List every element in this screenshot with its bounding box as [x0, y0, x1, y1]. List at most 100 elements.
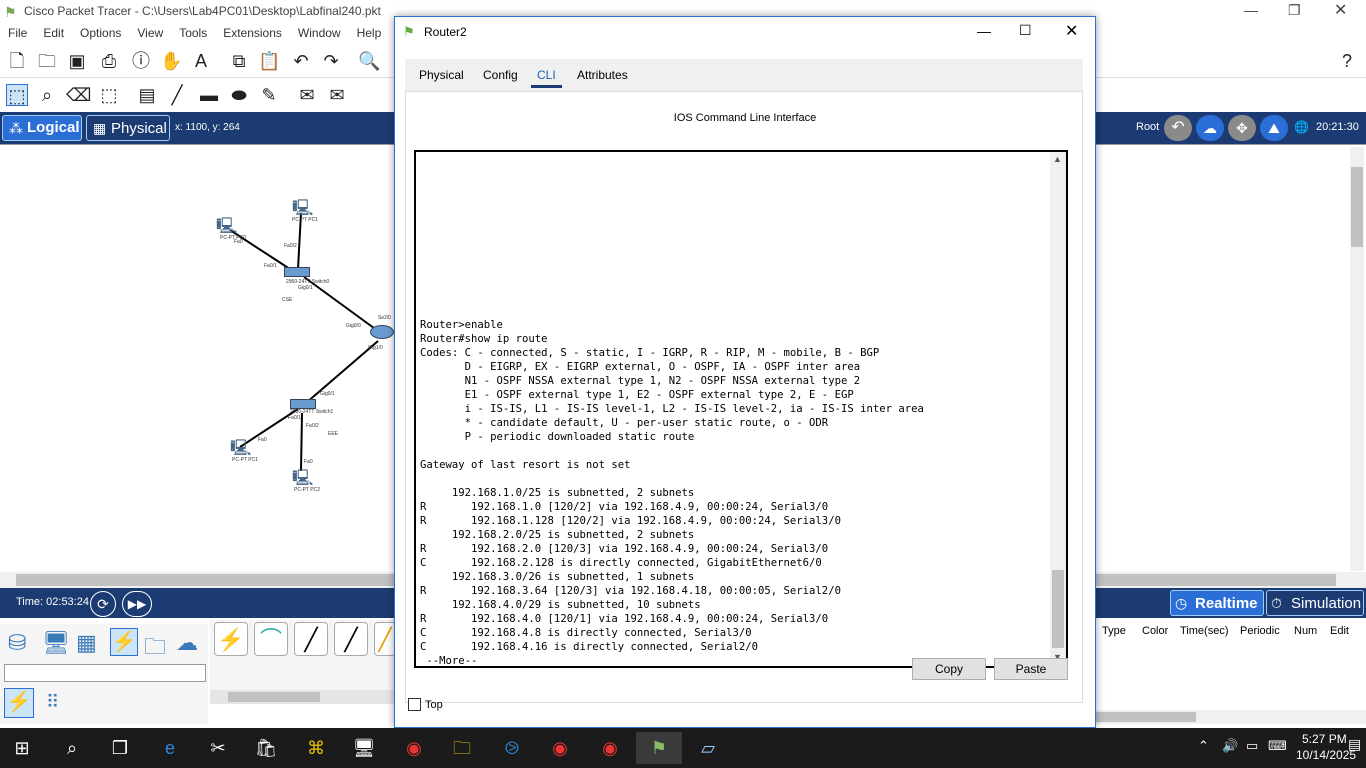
multiuser-icon[interactable]: ☁ [176, 630, 198, 656]
network-devices-icon[interactable]: ⛁ [8, 630, 26, 656]
copy-icon[interactable]: ⧉ [228, 50, 250, 72]
draw-line-icon[interactable]: ╱ [166, 84, 188, 106]
windows-start-icon[interactable]: ⊞ [2, 732, 42, 764]
tab-config[interactable]: Config [477, 66, 524, 88]
grid-icon[interactable]: ⠿ [46, 692, 59, 713]
redo-icon[interactable]: ↷ [320, 50, 342, 72]
realtime-mode-button[interactable]: ◷ Realtime [1170, 590, 1264, 616]
chrome-profile-icon[interactable]: ◉ [540, 732, 580, 764]
dialog-close-icon[interactable]: ✕ [1065, 21, 1078, 41]
paste-icon[interactable]: 📋 [258, 50, 280, 72]
chrome-profile2-icon[interactable]: ◉ [590, 732, 630, 764]
dialog-minimize-icon[interactable]: — [977, 23, 991, 39]
misc-icon[interactable]: 🗀 [144, 630, 166, 668]
vscroll-thumb[interactable] [1351, 167, 1363, 247]
cable-hscroll-thumb[interactable] [228, 692, 320, 702]
remote-desktop-icon[interactable]: 🖥 [344, 732, 384, 764]
navigation-icon[interactable]: ✥ [1228, 115, 1256, 141]
new-file-icon[interactable]: 🗋 [6, 50, 28, 72]
cable-hscroll[interactable] [210, 690, 396, 704]
menu-options[interactable]: Options [72, 24, 129, 40]
menu-view[interactable]: View [129, 24, 171, 40]
volume-icon[interactable]: 🔊 [1222, 738, 1238, 754]
link-switch0-router[interactable] [303, 276, 379, 332]
cloud-icon[interactable]: ☁ [1196, 115, 1224, 141]
auto-cable-icon[interactable]: ⚡ [214, 622, 248, 656]
note-icon[interactable]: ▤ [136, 84, 158, 106]
keyboard-icon[interactable]: ⌨ [1268, 738, 1287, 754]
dialog-maximize-icon[interactable]: ☐ [1019, 22, 1032, 39]
components-icon[interactable]: ▦ [76, 630, 97, 656]
paste-button[interactable]: Paste [994, 658, 1068, 680]
delete-icon[interactable]: ⌫ [66, 84, 91, 106]
ellipse-icon[interactable]: ⬬ [228, 84, 250, 106]
simulation-mode-button[interactable]: ⏱ Simulation [1266, 590, 1364, 616]
menu-edit[interactable]: Edit [35, 24, 72, 40]
link-switch1-pc2[interactable] [300, 412, 303, 472]
menu-help[interactable]: Help [349, 24, 390, 40]
switch-icon[interactable] [290, 399, 316, 409]
router-icon[interactable] [370, 325, 394, 339]
tab-cli[interactable]: CLI [531, 66, 562, 88]
store-icon[interactable]: 🛍 [246, 732, 286, 764]
connections-icon[interactable]: ⚡ [110, 628, 138, 656]
power-cycle-icon[interactable]: ⟳ [90, 591, 116, 617]
copy-button[interactable]: Copy [912, 658, 986, 680]
save-icon[interactable]: ▣ [66, 50, 88, 72]
crossover-cable-icon[interactable]: ╱ [334, 622, 368, 656]
zoom-in-icon[interactable]: 🔍 [358, 50, 380, 72]
undo-icon[interactable]: ↶ [290, 50, 312, 72]
minimize-icon[interactable]: — [1244, 2, 1258, 18]
search-icon[interactable]: ⌕ [52, 732, 92, 764]
viewport-icon[interactable]: ⛰ [1260, 115, 1288, 141]
open-folder-icon[interactable]: 🗀 [36, 50, 58, 72]
workspace-vscroll[interactable] [1350, 147, 1364, 571]
snipping-tool-icon[interactable]: ✂ [198, 732, 238, 764]
event-hscroll[interactable] [1096, 710, 1366, 724]
edge-icon[interactable]: e [150, 732, 190, 764]
packet-tracer-taskbar-icon[interactable]: ⚑ [636, 732, 682, 764]
simple-pdu-icon[interactable]: ✉ [296, 84, 318, 106]
back-icon[interactable]: ↶ [1164, 115, 1192, 141]
network-wizard-icon[interactable]: ✋ [160, 50, 182, 72]
cli-vscroll-thumb[interactable] [1052, 570, 1064, 648]
device-search-input[interactable] [4, 664, 206, 682]
cli-vscroll[interactable]: ▲ ▼ [1050, 152, 1066, 666]
menu-file[interactable]: File [0, 24, 35, 40]
freeform-icon[interactable]: ✎ [258, 84, 280, 106]
switch-icon[interactable] [284, 267, 310, 277]
console-cable-icon[interactable]: ⌒ [254, 622, 288, 656]
rectangle-icon[interactable]: ▬ [198, 84, 220, 106]
fast-forward-icon[interactable]: ▶▶ [122, 591, 152, 617]
tab-attributes[interactable]: Attributes [571, 66, 634, 88]
top-checkbox[interactable] [408, 698, 421, 711]
menu-window[interactable]: Window [290, 24, 349, 40]
menu-extensions[interactable]: Extensions [215, 24, 290, 40]
straight-cable-icon[interactable]: ╱ [294, 622, 328, 656]
notes-icon[interactable]: ▱ [688, 732, 728, 764]
inspect-icon[interactable]: ⌕ [36, 84, 58, 106]
restore-icon[interactable]: ❐ [1288, 2, 1301, 19]
chrome-icon[interactable]: ◉ [394, 732, 434, 764]
tab-physical[interactable]: Physical [413, 66, 470, 88]
scroll-up-icon[interactable]: ▲ [1053, 154, 1062, 164]
python-icon[interactable]: ⌘ [296, 732, 336, 764]
close-icon[interactable]: ✕ [1334, 0, 1347, 20]
complex-pdu-icon[interactable]: ✉ [326, 84, 348, 106]
cli-terminal[interactable]: Router>enable Router#show ip route Codes… [414, 150, 1068, 668]
task-view-icon[interactable]: ❐ [100, 732, 140, 764]
file-explorer-icon[interactable]: 🗀 [442, 732, 482, 764]
fiber-cable-icon[interactable]: ╱ [374, 622, 396, 656]
info-icon[interactable]: ⓘ [130, 50, 152, 72]
activity-wizard-icon[interactable]: A [190, 50, 212, 72]
connections-subtype-icon[interactable]: ⚡ [4, 688, 34, 718]
menu-tools[interactable]: Tools [171, 24, 215, 40]
select-icon[interactable]: ⬚ [6, 84, 28, 106]
end-devices-icon[interactable]: 🖥 [42, 630, 70, 656]
logical-view-button[interactable]: ⁂ Logical [2, 115, 82, 141]
event-hscroll-thumb[interactable] [1096, 712, 1196, 722]
tray-chevron-icon[interactable]: ⌃ [1198, 738, 1209, 754]
network-icon[interactable]: ▭ [1246, 738, 1258, 754]
help-icon[interactable]: ? [1336, 50, 1358, 72]
print-icon[interactable]: ⎙ [98, 50, 120, 72]
